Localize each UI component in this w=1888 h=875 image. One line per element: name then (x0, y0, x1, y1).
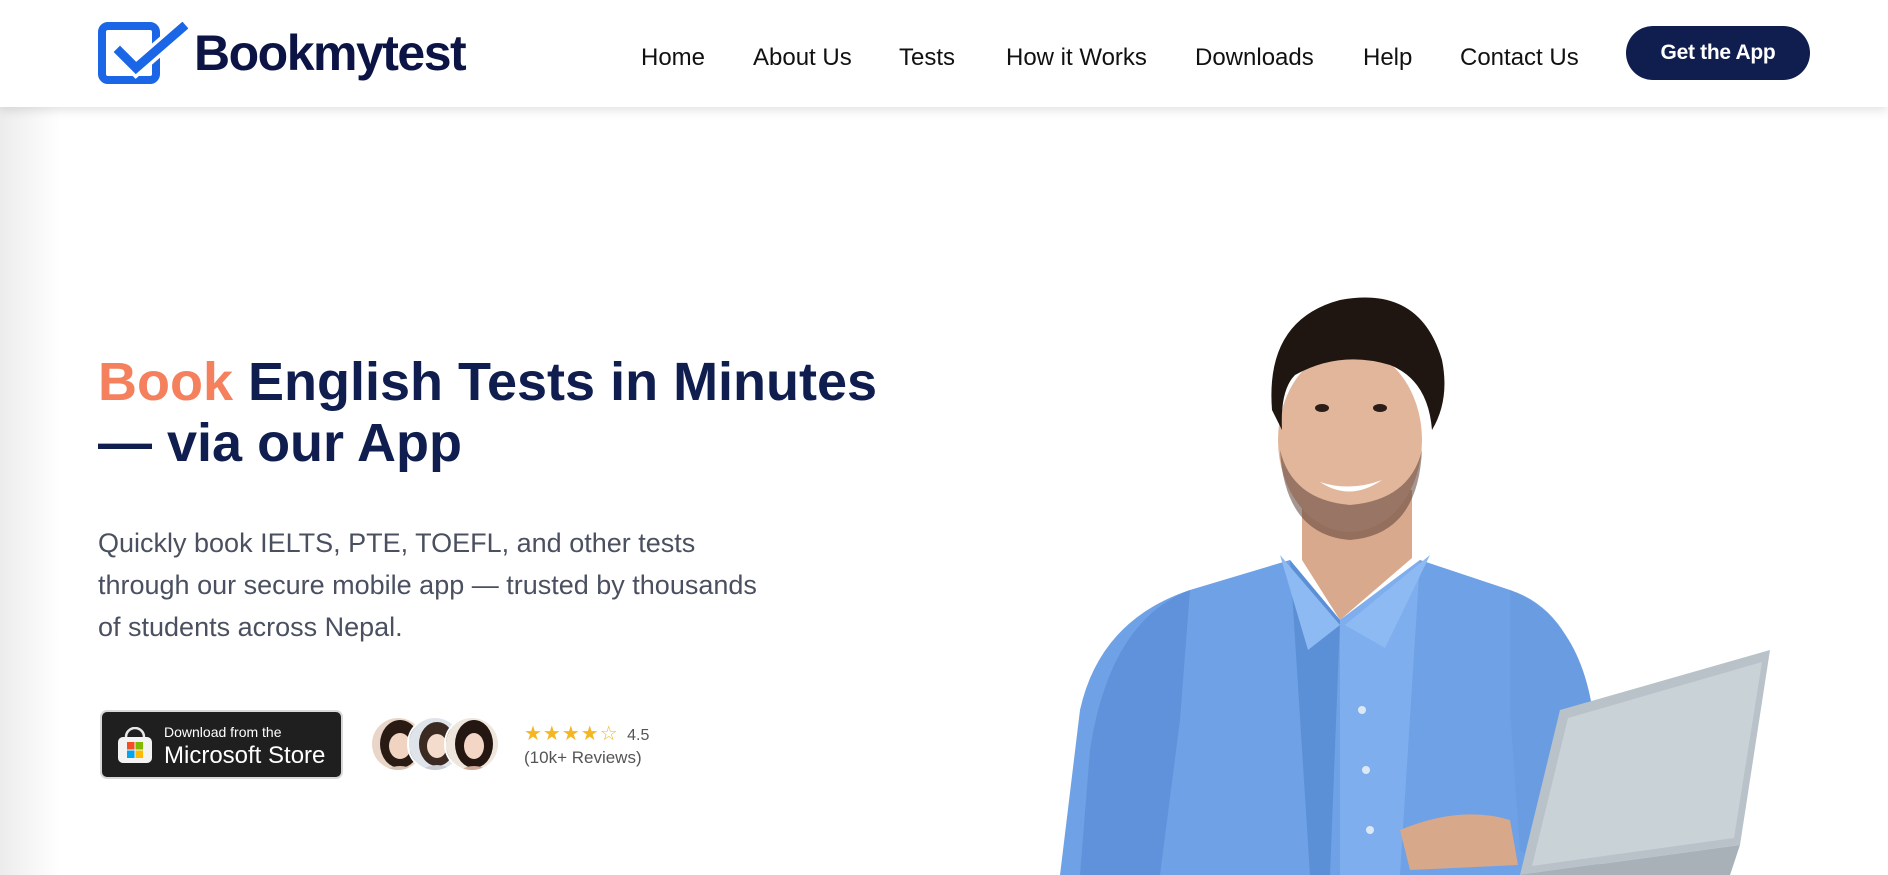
nav-how-it-works[interactable]: How it Works (1006, 44, 1147, 72)
brand-logo[interactable]: Bookmytest (98, 22, 467, 84)
nav-home[interactable]: Home (641, 44, 705, 72)
user-avatars (370, 716, 500, 772)
app-rating: ★★★★☆ 4.5 (10k+ Reviews) (524, 721, 649, 768)
hero-title: Book English Tests in Minutes — via our … (98, 352, 918, 474)
nav-contact-us[interactable]: Contact Us (1460, 44, 1579, 72)
nav-downloads[interactable]: Downloads (1195, 44, 1314, 72)
microsoft-store-icon (118, 727, 152, 763)
rating-value: 4.5 (627, 727, 650, 744)
user-avatar-3 (444, 716, 500, 772)
page-left-shade (0, 0, 60, 875)
hero-description: Quickly book IELTS, PTE, TOEFL, and othe… (98, 528, 757, 642)
rating-stars-icon: ★★★★☆ (524, 723, 619, 745)
hero-title-accent: Book (98, 352, 233, 412)
get-the-app-button[interactable]: Get the App (1626, 26, 1810, 80)
nav-tests[interactable]: Tests (899, 44, 955, 72)
nav-about-us[interactable]: About Us (753, 44, 852, 72)
reviews-count: (10k+ Reviews) (524, 748, 642, 767)
microsoft-store-button[interactable]: Download from the Microsoft Store (100, 710, 343, 779)
nav-help[interactable]: Help (1363, 44, 1412, 72)
man-with-laptop-photo (1060, 297, 1770, 875)
store-badge-big-text: Microsoft Store (164, 742, 326, 769)
checkbox-logo-icon (98, 22, 188, 84)
brand-name: Bookmytest (194, 25, 467, 81)
store-badge-small-text: Download from the (164, 724, 282, 740)
site-header: Bookmytest Home About Us Tests How it Wo… (0, 0, 1888, 107)
